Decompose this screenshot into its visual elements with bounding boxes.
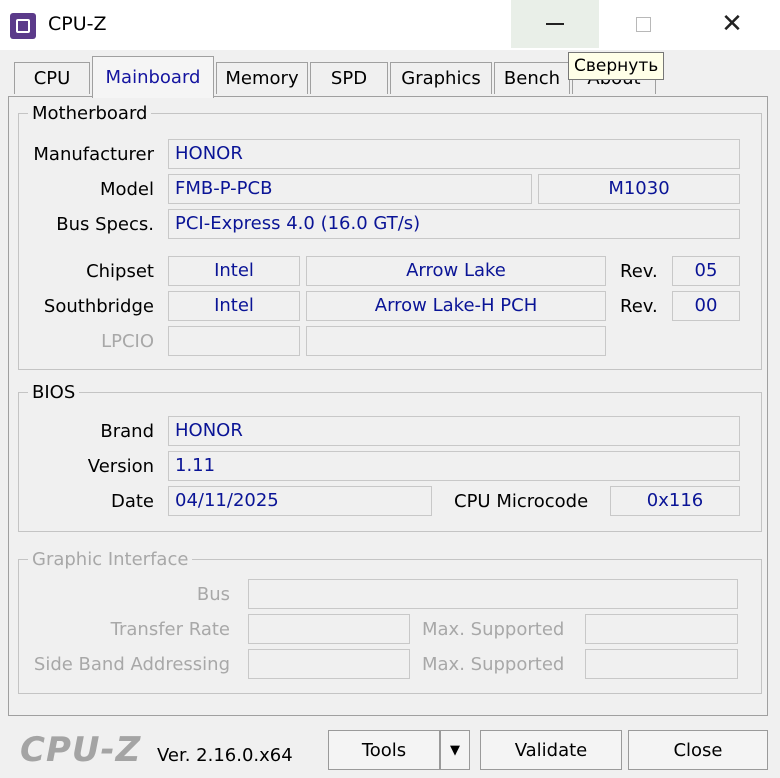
bios-brand-field: HONOR — [168, 416, 740, 446]
model-revision-field: M1030 — [538, 174, 740, 204]
window-title: CPU-Z — [48, 13, 107, 35]
gi-sideband-field — [248, 649, 410, 679]
tab-memory[interactable]: Memory — [216, 62, 308, 94]
bios-brand-label: Brand — [100, 421, 154, 442]
minimize-icon — [546, 23, 564, 25]
tools-dropdown-button[interactable]: ▼ — [440, 730, 470, 770]
tab-graphics[interactable]: Graphics — [390, 62, 492, 94]
chipset-rev-label: Rev. — [620, 261, 658, 282]
chipset-name-field: Arrow Lake — [306, 256, 606, 286]
gi-transfer-rate-field — [248, 614, 410, 644]
minimize-tooltip: Свернуть — [568, 52, 665, 80]
gi-sideband-max-label: Max. Supported — [422, 654, 565, 675]
southbridge-rev-label: Rev. — [620, 296, 658, 317]
southbridge-vendor-field: Intel — [168, 291, 300, 321]
bios-version-label: Version — [87, 456, 154, 477]
lpcio-name-field — [306, 326, 606, 356]
graphic-interface-legend: Graphic Interface — [28, 549, 193, 570]
bios-date-label: Date — [110, 491, 154, 512]
manufacturer-label: Manufacturer — [33, 144, 154, 165]
lpcio-label: LPCIO — [101, 331, 154, 352]
lpcio-vendor-field — [168, 326, 300, 356]
close-button[interactable]: Close — [628, 730, 768, 770]
southbridge-rev-field: 00 — [672, 291, 740, 321]
cpu-microcode-field: 0x116 — [610, 486, 740, 516]
chipset-rev-field: 05 — [672, 256, 740, 286]
model-label: Model — [99, 179, 154, 200]
manufacturer-field: HONOR — [168, 139, 740, 169]
bus-specs-label: Bus Specs. — [56, 214, 154, 235]
cpuz-app-icon — [10, 13, 36, 39]
motherboard-legend: Motherboard — [28, 103, 152, 124]
model-field: FMB-P-PCB — [168, 174, 532, 204]
validate-button[interactable]: Validate — [480, 730, 622, 770]
version-label: Ver. 2.16.0.x64 — [157, 745, 293, 766]
chipset-label: Chipset — [86, 261, 154, 282]
bios-legend: BIOS — [28, 382, 80, 403]
gi-bus-label: Bus — [196, 584, 230, 605]
gi-sideband-max-field — [585, 649, 738, 679]
tab-spd[interactable]: SPD — [310, 62, 388, 94]
gi-transfer-rate-label: Transfer Rate — [110, 619, 230, 640]
dropdown-arrow-icon: ▼ — [450, 742, 460, 758]
cpuz-logo: CPU-Z — [20, 730, 142, 770]
gi-bus-field — [248, 579, 738, 609]
bios-date-field: 04/11/2025 — [168, 486, 432, 516]
gi-transfer-max-field — [585, 614, 738, 644]
southbridge-name-field: Arrow Lake-H PCH — [306, 291, 606, 321]
tools-button[interactable]: Tools — [328, 730, 440, 770]
tab-cpu[interactable]: CPU — [14, 62, 90, 94]
minimize-button[interactable] — [511, 0, 599, 48]
tab-mainboard[interactable]: Mainboard — [92, 56, 214, 98]
gi-sideband-label: Side Band Addressing — [33, 654, 230, 675]
gi-transfer-max-label: Max. Supported — [422, 619, 565, 640]
bus-specs-field: PCI-Express 4.0 (16.0 GT/s) — [168, 209, 740, 239]
tab-bench[interactable]: Bench — [494, 62, 570, 94]
maximize-button[interactable] — [599, 0, 687, 48]
close-icon: ✕ — [721, 9, 743, 39]
close-window-button[interactable]: ✕ — [688, 0, 776, 48]
southbridge-label: Southbridge — [43, 296, 154, 317]
bios-version-field: 1.11 — [168, 451, 740, 481]
maximize-icon — [635, 16, 651, 32]
cpu-microcode-label: CPU Microcode — [454, 491, 589, 512]
chipset-vendor-field: Intel — [168, 256, 300, 286]
